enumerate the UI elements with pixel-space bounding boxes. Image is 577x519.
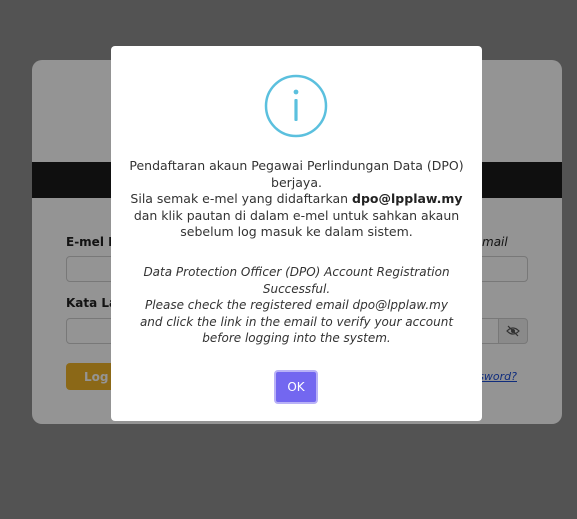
message-en-line1: Data Protection Officer (DPO) Account Re… bbox=[143, 265, 450, 296]
message-ms-line1: Pendaftaran akaun Pegawai Perlindungan D… bbox=[129, 158, 464, 190]
message-ms-line3: dan klik pautan di dalam e-mel untuk sah… bbox=[133, 207, 460, 240]
message-ms-line2: Sila semak e-mel yang didaftarkan dpo@lp… bbox=[130, 191, 463, 206]
registered-email: dpo@lpplaw.my bbox=[352, 191, 463, 206]
message-en-line3: and click the link in the email to verif… bbox=[139, 314, 454, 346]
message-en-line2: Please check the registered email dpo@lp… bbox=[145, 298, 448, 312]
ok-button[interactable]: OK bbox=[274, 370, 318, 404]
info-icon bbox=[264, 74, 328, 138]
success-dialog: Pendaftaran akaun Pegawai Perlindungan D… bbox=[111, 46, 482, 421]
message-english: Data Protection Officer (DPO) Account Re… bbox=[125, 264, 468, 347]
message-malay: Pendaftaran akaun Pegawai Perlindungan D… bbox=[125, 158, 468, 241]
